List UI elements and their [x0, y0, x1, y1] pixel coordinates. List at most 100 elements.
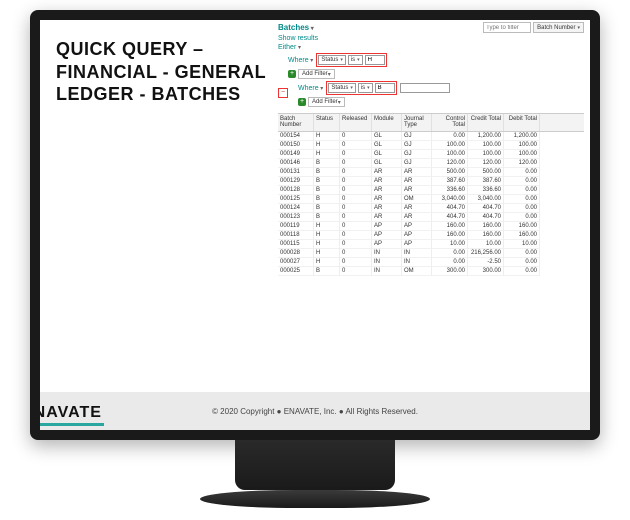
cell-cr: 100.00 — [468, 141, 504, 150]
cell-mod: AP — [372, 240, 402, 249]
where-label-2[interactable]: Where — [298, 85, 323, 92]
cell-rel: 0 — [340, 249, 372, 258]
table-row[interactable]: 000027H0ININ0.00-2.500.00 — [278, 258, 584, 267]
table-row[interactable]: 000028H0ININ0.00216,256.000.00 — [278, 249, 584, 258]
cell-rel: 0 — [340, 240, 372, 249]
table-row[interactable]: 000150H0GLGJ100.00100.00100.00 — [278, 141, 584, 150]
cell-ctl: 500.00 — [432, 168, 468, 177]
table-row[interactable]: 000154H0GLGJ0.001,200.001,200.00 — [278, 132, 584, 141]
table-row[interactable]: 000115H0APAP10.0010.0010.00 — [278, 240, 584, 249]
table-row[interactable]: 000149H0GLGJ100.00100.00100.00 — [278, 150, 584, 159]
type-to-filter-input[interactable] — [483, 22, 531, 33]
monitor-frame: QUICK QUERY – FINANCIAL - GENERAL LEDGER… — [0, 0, 630, 520]
cell-mod: AR — [372, 195, 402, 204]
col-batch-number[interactable]: Batch Number — [278, 114, 314, 131]
cell-bn: 000025 — [278, 267, 314, 276]
cell-jt: AP — [402, 240, 432, 249]
field-select-1[interactable]: Status — [318, 55, 346, 65]
plus-icon-2: + — [298, 98, 306, 106]
op-select-2[interactable]: is — [358, 83, 373, 93]
table-row[interactable]: 000131B0ARAR500.00500.000.00 — [278, 168, 584, 177]
col-module[interactable]: Module — [372, 114, 402, 131]
cell-cr: 160.00 — [468, 231, 504, 240]
cell-bn: 000119 — [278, 222, 314, 231]
cell-ctl: 100.00 — [432, 150, 468, 159]
monitor-neck — [235, 440, 395, 490]
cell-cr: 1,200.00 — [468, 132, 504, 141]
col-control-total[interactable]: Control Total — [432, 114, 468, 131]
add-filter-1[interactable]: + Add Filter — [288, 69, 584, 79]
cell-ctl: 100.00 — [432, 141, 468, 150]
slide-title: QUICK QUERY – FINANCIAL - GENERAL LEDGER… — [56, 38, 296, 106]
table-row[interactable]: 000129B0ARAR387.60387.600.00 — [278, 177, 584, 186]
cell-bn: 000125 — [278, 195, 314, 204]
table-row[interactable]: 000124B0ARAR404.70404.700.00 — [278, 204, 584, 213]
table-row[interactable]: 000146B0GLGJ120.00120.00120.00 — [278, 159, 584, 168]
op-select-1[interactable]: is — [348, 55, 363, 65]
cell-st: H — [314, 258, 340, 267]
table-row[interactable]: 000128B0ARAR336.60336.600.00 — [278, 186, 584, 195]
cell-dr: 0.00 — [504, 258, 540, 267]
cell-bn: 000150 — [278, 141, 314, 150]
monitor-stand — [200, 490, 430, 508]
table-row[interactable]: 000123B0ARAR404.70404.700.00 — [278, 213, 584, 222]
cell-rel: 0 — [340, 204, 372, 213]
cell-st: B — [314, 168, 340, 177]
cell-jt: IN — [402, 258, 432, 267]
cell-st: H — [314, 231, 340, 240]
value-input-2[interactable] — [375, 83, 395, 93]
section-tab[interactable]: Batches — [278, 23, 314, 32]
cell-mod: GL — [372, 150, 402, 159]
cell-dr: 0.00 — [504, 267, 540, 276]
cell-st: H — [314, 222, 340, 231]
cell-ctl: 160.00 — [432, 222, 468, 231]
field-select-2[interactable]: Status — [328, 83, 356, 93]
app-panel: Batches Batch Number Show results Either… — [278, 22, 584, 392]
table-row[interactable]: 000125B0AROM3,040.003,040.000.00 — [278, 195, 584, 204]
cell-bn: 000028 — [278, 249, 314, 258]
cell-st: B — [314, 213, 340, 222]
extra-value-input[interactable] — [400, 83, 450, 93]
cell-st: H — [314, 150, 340, 159]
highlight-box-2: Status is — [326, 81, 396, 95]
cell-mod: AR — [372, 177, 402, 186]
table-row[interactable]: 000119H0APAP160.00160.00160.00 — [278, 222, 584, 231]
cell-rel: 0 — [340, 132, 372, 141]
add-filter-2[interactable]: + Add Filter — [298, 97, 584, 107]
filter-clause-1: Where Status is — [288, 53, 584, 67]
cell-ctl: 0.00 — [432, 249, 468, 258]
col-credit-total[interactable]: Credit Total — [468, 114, 504, 131]
cell-cr: -2.50 — [468, 258, 504, 267]
cell-mod: GL — [372, 141, 402, 150]
table-row[interactable]: 000025B0INOM300.00300.000.00 — [278, 267, 584, 276]
col-journal-type[interactable]: Journal Type — [402, 114, 432, 131]
show-results-link[interactable]: Show results — [278, 35, 584, 42]
col-released[interactable]: Released — [340, 114, 372, 131]
cell-jt: GJ — [402, 159, 432, 168]
value-input-1[interactable] — [365, 55, 385, 65]
copyright-text: © 2020 Copyright ● ENAVATE, Inc. ● All R… — [212, 407, 418, 416]
grid-body[interactable]: 000154H0GLGJ0.001,200.001,200.00000150H0… — [278, 132, 584, 276]
cell-dr: 160.00 — [504, 222, 540, 231]
cell-cr: 336.60 — [468, 186, 504, 195]
cell-cr: 100.00 — [468, 150, 504, 159]
cell-dr: 0.00 — [504, 213, 540, 222]
cell-bn: 000124 — [278, 204, 314, 213]
cell-rel: 0 — [340, 195, 372, 204]
cell-mod: AR — [372, 186, 402, 195]
cell-jt: AP — [402, 222, 432, 231]
cell-dr: 0.00 — [504, 177, 540, 186]
cell-ctl: 336.60 — [432, 186, 468, 195]
cell-ctl: 120.00 — [432, 159, 468, 168]
table-row[interactable]: 000118H0APAP160.00160.00160.00 — [278, 231, 584, 240]
cell-st: H — [314, 249, 340, 258]
cell-dr: 160.00 — [504, 231, 540, 240]
cell-dr: 0.00 — [504, 168, 540, 177]
cell-bn: 000128 — [278, 186, 314, 195]
cell-dr: 0.00 — [504, 195, 540, 204]
cell-ctl: 10.00 — [432, 240, 468, 249]
col-status[interactable]: Status — [314, 114, 340, 131]
col-debit-total[interactable]: Debit Total — [504, 114, 540, 131]
sort-dropdown[interactable]: Batch Number — [533, 22, 584, 33]
cell-bn: 000123 — [278, 213, 314, 222]
